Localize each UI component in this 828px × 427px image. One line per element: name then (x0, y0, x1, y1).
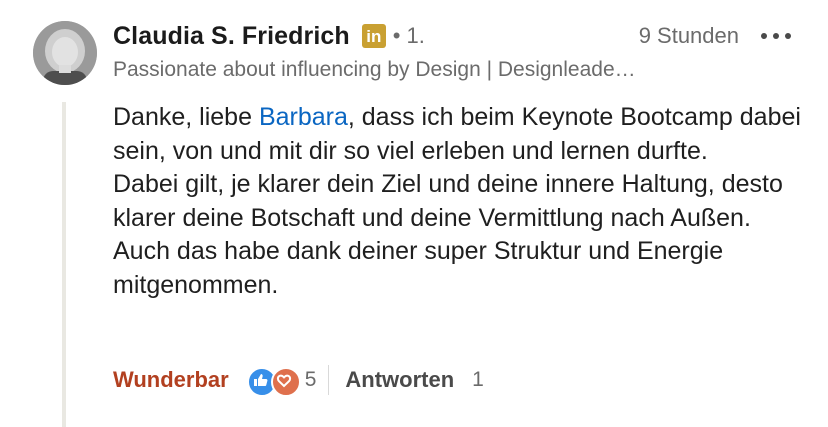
thread-line (62, 102, 66, 427)
reply-count[interactable]: 1 (472, 368, 484, 392)
comment-header: Claudia S. Friedrich in • 1. 9 Stunden P… (113, 18, 803, 88)
divider (328, 365, 330, 395)
more-horizontal-icon (761, 33, 767, 39)
author-row: Claudia S. Friedrich in • 1. (113, 18, 425, 54)
more-options-button[interactable] (761, 26, 791, 46)
comment-text-segment: Danke, liebe (113, 103, 259, 131)
comment-actions: Wunderbar 5 Antworten 1 (113, 362, 484, 398)
linkedin-premium-icon: in (361, 24, 386, 48)
love-icon (270, 367, 301, 397)
connection-degree: 1. (406, 23, 425, 48)
comment-text: Danke, liebe Barbara, dass ich beim Keyn… (113, 101, 813, 302)
comment-paragraph: Dabei gilt, je klarer dein Ziel und dein… (113, 170, 783, 299)
comment-timestamp: 9 Stunden (638, 23, 739, 48)
author-avatar[interactable] (33, 21, 97, 85)
comment-paragraph: Danke, liebe Barbara, dass ich beim Keyn… (113, 101, 813, 168)
author-name[interactable]: Claudia S. Friedrich (113, 22, 350, 51)
more-horizontal-icon (773, 33, 779, 39)
mention-link[interactable]: Barbara (259, 103, 348, 131)
more-horizontal-icon (785, 33, 791, 39)
reaction-summary[interactable] (246, 365, 301, 397)
separator-dot: • (392, 23, 401, 48)
reply-button[interactable]: Antworten (345, 367, 454, 393)
avatar-photo (33, 21, 97, 85)
reaction-count[interactable]: 5 (305, 368, 317, 392)
reaction-button[interactable]: Wunderbar (113, 367, 229, 393)
author-headline: Passionate about influencing by Design |… (113, 58, 636, 81)
